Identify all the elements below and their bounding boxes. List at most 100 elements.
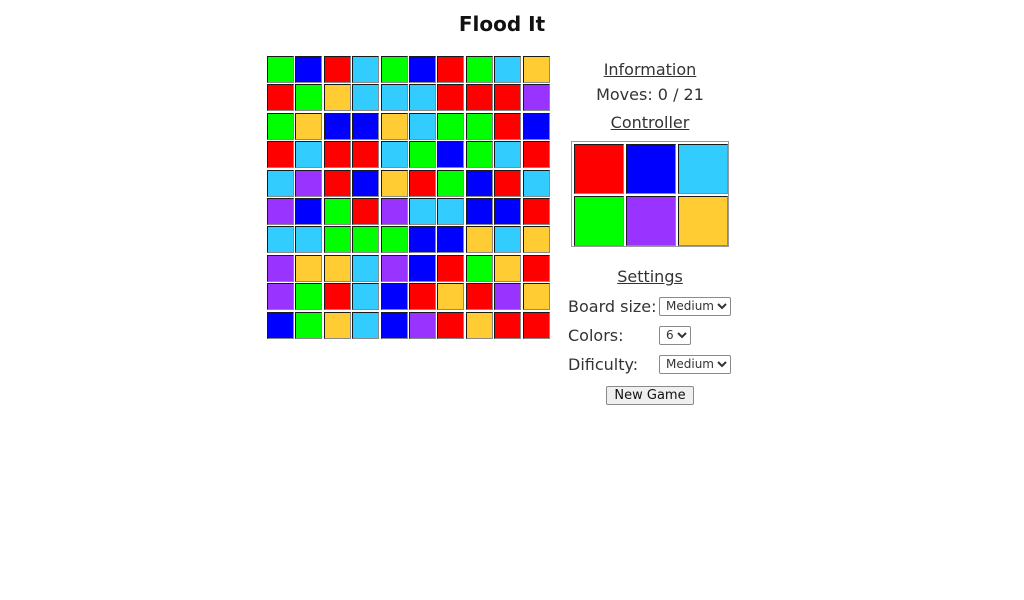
- page-title: Flood It: [458, 12, 546, 36]
- board-cell: [352, 141, 380, 169]
- board-cell: [465, 283, 493, 311]
- board-cell: [323, 141, 351, 169]
- board-cell: [522, 56, 550, 83]
- controller-heading: Controller: [610, 113, 690, 132]
- board-cell: [465, 84, 493, 112]
- board-cell: [323, 197, 351, 225]
- board-cell: [323, 254, 351, 282]
- board-cell: [323, 283, 351, 311]
- board-cell: [494, 141, 522, 169]
- settings-heading: Settings: [617, 267, 683, 286]
- board-cell: [380, 84, 408, 112]
- board-cell: [408, 197, 436, 225]
- game-board: [267, 56, 553, 342]
- color-button-purple[interactable]: [626, 196, 676, 246]
- board-cell: [267, 84, 294, 112]
- board-cell: [522, 197, 550, 225]
- color-controller: [571, 141, 729, 247]
- colors-row: Colors: 6: [566, 325, 734, 345]
- board-cell: [267, 141, 294, 169]
- board-cell: [267, 254, 294, 282]
- board-cell: [267, 56, 294, 83]
- board-size-select[interactable]: Medium: [659, 296, 731, 316]
- board-cell: [352, 197, 380, 225]
- board-cell: [267, 311, 294, 339]
- board-cell: [465, 141, 493, 169]
- board-cell: [437, 197, 465, 225]
- color-button-cyan[interactable]: [678, 144, 728, 194]
- board-cell: [494, 56, 522, 83]
- board-cell: [465, 56, 493, 83]
- board-cell: [494, 283, 522, 311]
- board-cell: [352, 84, 380, 112]
- board-cell: [465, 112, 493, 140]
- board-cell: [408, 141, 436, 169]
- board-cell: [295, 254, 323, 282]
- color-button-yellow[interactable]: [678, 196, 728, 246]
- board-cell: [408, 169, 436, 197]
- board-cell: [323, 169, 351, 197]
- board-cell: [437, 169, 465, 197]
- board-cell: [494, 226, 522, 254]
- board-cell: [437, 283, 465, 311]
- board-cell: [295, 56, 323, 83]
- board-cell: [408, 112, 436, 140]
- board-cell: [437, 311, 465, 339]
- board-cell: [522, 169, 550, 197]
- board-cell: [437, 56, 465, 83]
- board-cell: [522, 84, 550, 112]
- board-cell: [437, 112, 465, 140]
- board-cell: [408, 283, 436, 311]
- board-cell: [494, 84, 522, 112]
- board-cell: [380, 226, 408, 254]
- board-cell: [380, 283, 408, 311]
- board-size-row: Board size: Medium: [566, 296, 734, 316]
- color-button-red[interactable]: [574, 144, 624, 194]
- side-panel: Information Moves: 0 / 21 Controller Set…: [566, 60, 734, 405]
- board-cell: [267, 112, 294, 140]
- board-cell: [352, 169, 380, 197]
- color-button-green[interactable]: [574, 196, 624, 246]
- board-cell: [522, 141, 550, 169]
- board-cell: [323, 112, 351, 140]
- board-cell: [408, 84, 436, 112]
- difficulty-select[interactable]: Medium: [659, 354, 731, 374]
- board-cell: [437, 226, 465, 254]
- board-cell: [352, 56, 380, 83]
- board-cell: [437, 141, 465, 169]
- board-cell: [465, 226, 493, 254]
- board-cell: [323, 84, 351, 112]
- board-cell: [465, 311, 493, 339]
- board-cell: [267, 226, 294, 254]
- board-cell: [380, 311, 408, 339]
- board-cell: [352, 112, 380, 140]
- colors-select[interactable]: 6: [659, 325, 691, 345]
- board-cell: [494, 311, 522, 339]
- board-cell: [494, 254, 522, 282]
- board-cell: [295, 112, 323, 140]
- color-button-blue[interactable]: [626, 144, 676, 194]
- board-cell: [323, 56, 351, 83]
- board-cell: [522, 226, 550, 254]
- board-cell: [380, 254, 408, 282]
- colors-label: Colors:: [568, 325, 624, 345]
- board-cell: [522, 283, 550, 311]
- board-cell: [465, 169, 493, 197]
- board-cell: [522, 112, 550, 140]
- board-cell: [323, 226, 351, 254]
- information-heading: Information: [603, 60, 697, 79]
- board-cell: [380, 197, 408, 225]
- board-cell: [352, 283, 380, 311]
- board-cell: [295, 311, 323, 339]
- board-cell: [352, 311, 380, 339]
- board-cell: [522, 254, 550, 282]
- board-cell: [408, 254, 436, 282]
- board-cell: [295, 84, 323, 112]
- new-game-button[interactable]: New Game: [606, 386, 694, 405]
- board-cell: [295, 141, 323, 169]
- board-cell: [267, 197, 294, 225]
- board-cell: [465, 197, 493, 225]
- board-cell: [352, 254, 380, 282]
- board-cell: [522, 311, 550, 339]
- board-cell: [494, 169, 522, 197]
